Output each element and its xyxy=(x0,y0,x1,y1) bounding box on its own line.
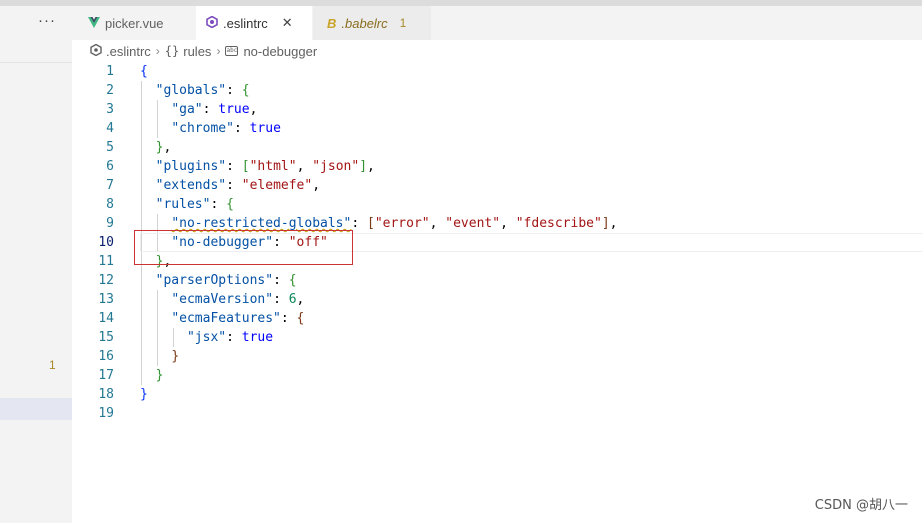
json-string: "fdescribe" xyxy=(515,216,602,231)
json-key: "no-restricted-globals" xyxy=(171,216,352,231)
line-number: 18 xyxy=(98,387,114,402)
json-key: "globals" xyxy=(155,83,227,98)
json-key: "chrome" xyxy=(171,121,234,136)
problem-count-badge: 1 xyxy=(49,358,56,372)
line-number: 12 xyxy=(98,273,114,288)
breadcrumb: .eslintrc › {} rules › abc no-debugger xyxy=(90,42,317,60)
code-line: 12 "parserOptions": { xyxy=(72,271,922,290)
code-line: 17 } xyxy=(72,366,922,385)
eslint-icon xyxy=(206,15,218,31)
line-number: 7 xyxy=(106,178,114,193)
tab-picker-vue[interactable]: picker.vue xyxy=(88,6,200,40)
json-key: "ecmaFeatures" xyxy=(171,311,281,326)
line-number: 13 xyxy=(98,292,114,307)
tab-babelrc[interactable]: B .babelrc 1 xyxy=(313,6,431,40)
line-number: 16 xyxy=(98,349,114,364)
code-line: 1 { xyxy=(72,62,922,81)
code-line: 7 "extends": "elemefe", xyxy=(72,176,922,195)
line-number: 5 xyxy=(106,140,114,155)
json-key: "rules" xyxy=(155,197,211,212)
json-key: "parserOptions" xyxy=(155,273,274,288)
line-number: 1 xyxy=(106,64,114,79)
code-line: 14 "ecmaFeatures": { xyxy=(72,309,922,328)
more-actions-button[interactable]: ··· xyxy=(38,12,56,29)
chevron-right-icon: › xyxy=(155,44,160,58)
code-line: 19 xyxy=(72,404,922,423)
line-number: 8 xyxy=(106,197,114,212)
json-boolean: true xyxy=(249,121,281,136)
tab-label: .babelrc xyxy=(341,15,388,31)
code-line: 8 "rules": { xyxy=(72,195,922,214)
json-string: "elemefe" xyxy=(241,178,313,193)
sidebar-divider xyxy=(0,62,72,63)
code-line: 15 "jsx": true xyxy=(72,328,922,347)
code-line: 6 "plugins": ["html", "json"], xyxy=(72,157,922,176)
line-number: 6 xyxy=(106,159,114,174)
string-property-icon: abc xyxy=(225,46,239,56)
code-line: 18 } xyxy=(72,385,922,404)
json-boolean: true xyxy=(241,330,274,345)
json-string: "event" xyxy=(445,216,501,231)
sidebar-selected-row[interactable] xyxy=(0,398,72,420)
code-line: 4 "chrome": true xyxy=(72,119,922,138)
code-line: 3 "ga": true, xyxy=(72,100,922,119)
line-number: 10 xyxy=(98,235,114,250)
json-boolean: true xyxy=(218,102,250,117)
code-line: 13 "ecmaVersion": 6, xyxy=(72,290,922,309)
json-key: "ecmaVersion" xyxy=(171,292,274,307)
line-number: 11 xyxy=(98,254,114,269)
eslint-icon xyxy=(90,43,102,59)
babel-icon: B xyxy=(327,15,337,31)
json-string: "json" xyxy=(312,159,360,174)
json-key: "jsx" xyxy=(186,330,227,345)
json-key: "plugins" xyxy=(155,159,227,174)
annotation-highlight-box xyxy=(134,230,353,265)
line-number: 19 xyxy=(98,406,114,421)
json-number: 6 xyxy=(288,292,297,307)
json-string: "html" xyxy=(249,159,297,174)
line-number: 3 xyxy=(106,102,114,117)
line-number: 14 xyxy=(98,311,114,326)
tab-label: .eslintrc xyxy=(223,15,268,31)
json-string: "error" xyxy=(374,216,430,231)
code-editor[interactable]: 1 { 2 "globals": { 3 "ga": true, 4 "chro… xyxy=(72,62,922,523)
sidebar-top-bar xyxy=(0,0,72,6)
chevron-right-icon: › xyxy=(216,44,221,58)
line-number: 15 xyxy=(98,330,114,345)
tab-label: picker.vue xyxy=(105,15,164,31)
code-line: 5 }, xyxy=(72,138,922,157)
json-key: "extends" xyxy=(155,178,227,193)
json-key: "ga" xyxy=(171,102,203,117)
line-number: 17 xyxy=(98,368,114,383)
line-number: 4 xyxy=(106,121,114,136)
code-line: 2 "globals": { xyxy=(72,81,922,100)
breadcrumb-file[interactable]: .eslintrc xyxy=(106,44,151,59)
code-line: 16 } xyxy=(72,347,922,366)
breadcrumb-item[interactable]: no-debugger xyxy=(243,44,317,59)
breadcrumb-section[interactable]: rules xyxy=(183,44,211,59)
line-number: 9 xyxy=(106,216,114,231)
line-number: 2 xyxy=(106,83,114,98)
object-icon: {} xyxy=(164,44,180,58)
tab-problem-count: 1 xyxy=(399,16,407,30)
watermark: CSDN @胡八一 xyxy=(814,498,908,513)
explorer-sidebar: ··· 1 xyxy=(0,0,72,523)
close-icon[interactable]: ✕ xyxy=(282,15,293,31)
tab-eslintrc[interactable]: .eslintrc ✕ xyxy=(196,6,312,40)
vue-icon xyxy=(88,16,100,31)
